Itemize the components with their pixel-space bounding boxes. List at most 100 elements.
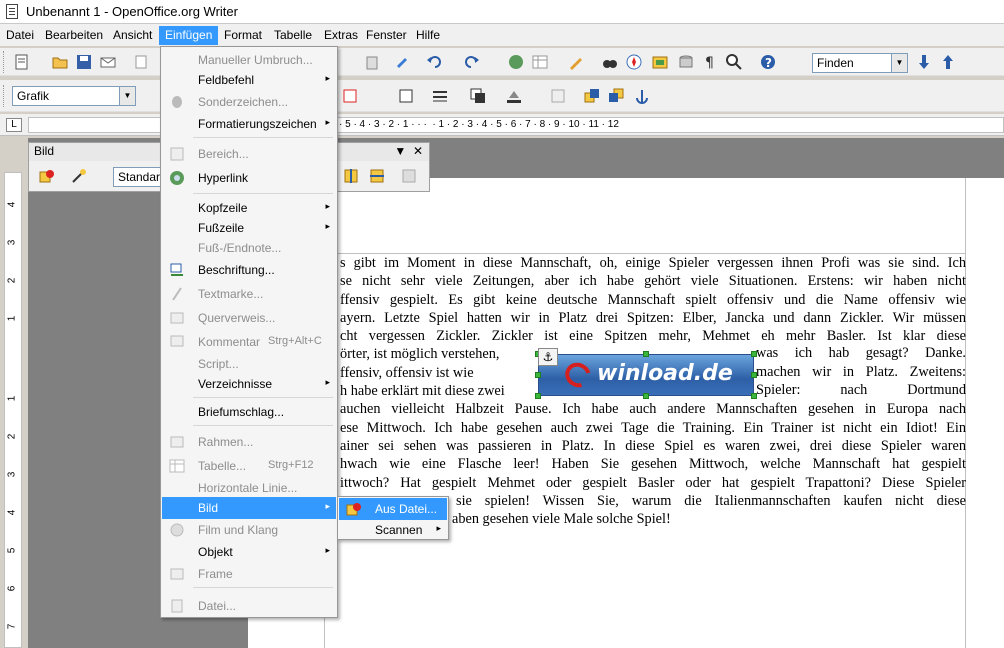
resize-handle[interactable] bbox=[751, 393, 757, 399]
menu-item-table[interactable]: Tabelle... Strg+F12 bbox=[162, 455, 336, 477]
menu-format[interactable]: Format bbox=[218, 26, 268, 45]
open-folder-icon[interactable] bbox=[52, 54, 68, 70]
resize-handle[interactable] bbox=[751, 351, 757, 357]
inserted-image[interactable]: winload.de bbox=[538, 354, 754, 396]
zoom-icon[interactable] bbox=[726, 54, 742, 70]
menu-item-footer[interactable]: Fußzeile ▸ bbox=[162, 217, 336, 239]
resize-handle[interactable] bbox=[751, 372, 757, 378]
menu-item-manual-break[interactable]: Manueller Umbruch... bbox=[162, 49, 336, 71]
email-icon[interactable] bbox=[100, 54, 116, 70]
menu-item-script[interactable]: Script... bbox=[162, 353, 336, 375]
submenu-item-scan[interactable]: Scannen ▸ bbox=[339, 519, 447, 541]
flip-horizontal-icon[interactable] bbox=[369, 168, 385, 184]
new-document-icon[interactable] bbox=[14, 54, 30, 70]
menu-item-bookmark[interactable]: Textmarke... bbox=[162, 283, 336, 305]
navigator-icon[interactable] bbox=[626, 54, 642, 70]
find-replace-icon[interactable] bbox=[602, 54, 618, 70]
toolbar-grip[interactable] bbox=[3, 51, 7, 73]
send-to-back-icon[interactable] bbox=[608, 88, 624, 104]
anchor-marker-icon[interactable]: ⚓ bbox=[538, 348, 558, 366]
borders-icon[interactable] bbox=[398, 88, 414, 104]
vertical-ruler-tick: 2 bbox=[6, 433, 18, 440]
resize-handle[interactable] bbox=[535, 393, 541, 399]
formatting-marks-icon[interactable]: ¶ bbox=[702, 54, 718, 70]
menu-item-footnote[interactable]: Fuß-/Endnote... bbox=[162, 237, 336, 259]
menu-item-field[interactable]: Feldbefehl ▸ bbox=[162, 69, 336, 91]
find-next-icon[interactable] bbox=[916, 54, 932, 70]
draw-functions-icon[interactable] bbox=[568, 54, 584, 70]
graphics-mode-select[interactable]: Standard bbox=[113, 167, 167, 187]
menu-fenster[interactable]: Fenster bbox=[360, 26, 413, 45]
image-filter-icon[interactable] bbox=[39, 168, 55, 184]
menu-separator bbox=[193, 137, 333, 138]
data-sources-icon[interactable] bbox=[678, 54, 694, 70]
menu-item-movie-sound[interactable]: Film und Klang bbox=[162, 519, 336, 541]
menu-einfuegen[interactable]: Einfügen bbox=[159, 26, 219, 45]
frame-style-arrow-icon[interactable]: ▼ bbox=[119, 87, 135, 105]
wrap-icon[interactable] bbox=[342, 88, 358, 104]
floating-frame-icon bbox=[170, 568, 184, 580]
paste-icon[interactable] bbox=[364, 54, 380, 70]
menu-item-frame[interactable]: Rahmen... bbox=[162, 431, 336, 453]
menu-item-envelope[interactable]: Briefumschlag... bbox=[162, 401, 336, 423]
find-input[interactable]: Finden ▼ bbox=[812, 53, 908, 73]
resize-handle[interactable] bbox=[535, 372, 541, 378]
menu-item-section[interactable]: Bereich... bbox=[162, 143, 336, 165]
window-title: Unbenannt 1 - OpenOffice.org Writer bbox=[26, 4, 238, 19]
menu-item-indexes[interactable]: Verzeichnisse ▸ bbox=[162, 373, 336, 395]
menu-item-caption[interactable]: Beschriftung... bbox=[162, 259, 336, 281]
undo-icon[interactable] bbox=[426, 54, 442, 70]
help-icon[interactable]: ? bbox=[760, 54, 776, 70]
border-color-icon[interactable] bbox=[470, 88, 486, 104]
menu-tabelle[interactable]: Tabelle bbox=[268, 26, 318, 45]
submenu-arrow-icon: ▸ bbox=[436, 523, 441, 533]
menu-datei[interactable]: Datei bbox=[0, 26, 40, 45]
format-paintbrush-icon[interactable] bbox=[394, 54, 410, 70]
table-toolbar-icon[interactable] bbox=[532, 54, 548, 70]
gallery-icon[interactable] bbox=[652, 54, 668, 70]
menu-item-hyperlink[interactable]: Hyperlink bbox=[162, 167, 336, 189]
menu-item-formatting-marks[interactable]: Formatierungszeichen ▸ bbox=[162, 113, 336, 135]
frame-style-select[interactable]: Grafik ▼ bbox=[12, 86, 136, 106]
menu-extras[interactable]: Extras bbox=[318, 26, 364, 45]
menu-item-horizontal-line[interactable]: Horizontale Linie... bbox=[162, 477, 336, 499]
graphic-properties-icon[interactable] bbox=[401, 168, 417, 184]
menu-bearbeiten[interactable]: Bearbeiten bbox=[39, 26, 109, 45]
magic-wand-icon[interactable] bbox=[71, 168, 87, 184]
vertical-ruler[interactable]: 4 3 2 1 1 2 3 4 5 6 7 bbox=[4, 172, 22, 648]
line-style-icon[interactable] bbox=[432, 88, 448, 104]
find-dropdown-arrow-icon[interactable]: ▼ bbox=[891, 54, 907, 72]
menu-item-special-character[interactable]: Sonderzeichen... bbox=[162, 91, 336, 113]
menu-item-comment[interactable]: Kommentar Strg+Alt+C bbox=[162, 331, 336, 353]
resize-handle[interactable] bbox=[643, 393, 649, 399]
flip-vertical-icon[interactable] bbox=[343, 168, 359, 184]
table-icon bbox=[169, 459, 185, 473]
frame-toolbar: Grafik ▼ bbox=[0, 80, 1004, 112]
save-icon[interactable] bbox=[76, 54, 92, 70]
edit-file-icon[interactable] bbox=[134, 54, 150, 70]
close-icon[interactable]: ✕ bbox=[413, 144, 423, 158]
resize-handle[interactable] bbox=[643, 351, 649, 357]
menu-ansicht[interactable]: Ansicht bbox=[107, 26, 158, 45]
menu-item-header[interactable]: Kopfzeile ▸ bbox=[162, 197, 336, 219]
tab-stop-selector[interactable]: L bbox=[6, 118, 22, 132]
frame-properties-icon[interactable] bbox=[550, 88, 566, 104]
image-submenu: Aus Datei... Scannen ▸ bbox=[337, 496, 449, 540]
submenu-item-from-file[interactable]: Aus Datei... bbox=[339, 498, 447, 520]
menu-item-floating-frame[interactable]: Frame bbox=[162, 563, 336, 585]
toolbar-grip[interactable] bbox=[3, 85, 7, 107]
toolbar-menu-arrow-icon[interactable]: ▼ bbox=[394, 144, 406, 158]
menu-item-file[interactable]: Datei... bbox=[162, 595, 336, 617]
menu-item-cross-reference[interactable]: Querverweis... bbox=[162, 307, 336, 329]
background-color-icon[interactable] bbox=[506, 88, 522, 104]
text-line: s gibt im Moment in diese Mannschaft, oh… bbox=[340, 255, 966, 271]
bring-to-front-icon[interactable] bbox=[584, 88, 600, 104]
hyperlink-toolbar-icon[interactable] bbox=[508, 54, 524, 70]
anchor-icon[interactable] bbox=[634, 88, 650, 104]
menu-item-image[interactable]: Bild ▸ bbox=[162, 497, 336, 519]
menu-hilfe[interactable]: Hilfe bbox=[410, 26, 446, 45]
find-previous-icon[interactable] bbox=[940, 54, 956, 70]
cross-reference-icon bbox=[170, 312, 184, 324]
menu-item-object[interactable]: Objekt ▸ bbox=[162, 541, 336, 563]
redo-icon[interactable] bbox=[464, 54, 480, 70]
